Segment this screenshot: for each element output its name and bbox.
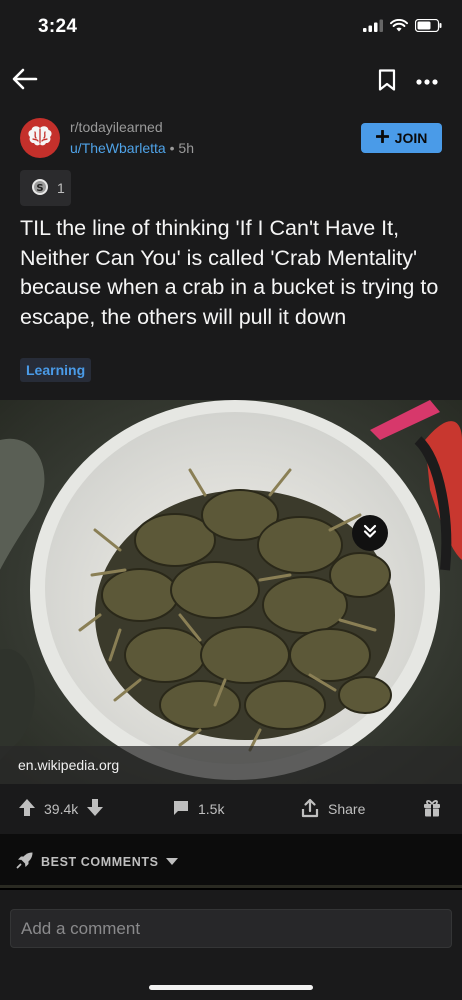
give-award-button[interactable] (422, 784, 442, 834)
downvote-icon[interactable] (86, 798, 104, 820)
join-button[interactable]: JOIN (361, 123, 442, 153)
comment-sort-bar: BEST COMMENTS (0, 834, 462, 888)
rocket-icon (16, 851, 34, 872)
post-action-bar: 39.4k 1.5k Share (0, 784, 462, 834)
post-meta: u/TheWbarletta • 5h (70, 140, 194, 156)
share-label: Share (328, 801, 366, 817)
post-age: 5h (178, 140, 194, 156)
plus-icon (375, 129, 390, 146)
comment-input[interactable] (10, 909, 452, 948)
comments-button[interactable]: 1.5k (172, 784, 224, 834)
silver-award-icon: S (31, 178, 49, 199)
subreddit-avatar[interactable] (20, 118, 60, 158)
author-link[interactable]: u/TheWbarletta (70, 140, 166, 156)
sort-comments-button[interactable]: BEST COMMENTS (16, 851, 178, 872)
bookmark-icon (378, 68, 396, 96)
signal-icon (363, 19, 383, 37)
status-icons (363, 18, 442, 37)
award-badge[interactable]: S 1 (20, 170, 71, 206)
subreddit-name[interactable]: r/todayilearned (70, 119, 163, 135)
award-count: 1 (57, 180, 65, 196)
back-button[interactable] (10, 66, 40, 96)
meta-separator: • (165, 140, 179, 156)
caret-down-icon (165, 855, 178, 869)
wifi-icon (390, 18, 408, 37)
home-indicator[interactable] (149, 985, 313, 990)
comment-composer (0, 890, 462, 1000)
comment-bubble-icon (172, 799, 190, 820)
expand-image-button[interactable] (352, 515, 388, 551)
double-chevron-down-icon (362, 523, 378, 544)
save-post-button[interactable] (375, 68, 399, 96)
status-bar: 3:24 (0, 0, 462, 56)
brain-icon (27, 125, 53, 152)
share-button[interactable]: Share (300, 784, 365, 834)
comment-count: 1.5k (198, 801, 225, 817)
post-title: TIL the line of thinking 'If I Can't Hav… (20, 216, 439, 329)
post-image[interactable]: en.wikipedia.org (0, 400, 462, 784)
arrow-left-icon (12, 68, 38, 95)
post-header (0, 56, 462, 106)
link-banner[interactable]: en.wikipedia.org (0, 746, 462, 784)
share-icon (300, 798, 320, 821)
more-dots-icon (416, 72, 438, 90)
battery-icon (414, 18, 442, 37)
sort-label: BEST COMMENTS (41, 854, 159, 869)
crab-bucket-photo (0, 400, 462, 784)
post-card: r/todayilearned u/TheWbarletta • 5h JOIN… (0, 106, 462, 400)
link-domain[interactable]: en.wikipedia.org (18, 757, 119, 773)
status-time: 3:24 (38, 16, 78, 37)
vote-group: 39.4k (18, 784, 104, 834)
join-label: JOIN (394, 130, 428, 146)
gift-icon (422, 798, 442, 821)
post-flair[interactable]: Learning (20, 358, 92, 382)
score: 39.4k (44, 801, 79, 817)
svg-text:S: S (36, 183, 43, 194)
more-options-button[interactable] (412, 68, 442, 94)
upvote-icon[interactable] (18, 798, 36, 820)
